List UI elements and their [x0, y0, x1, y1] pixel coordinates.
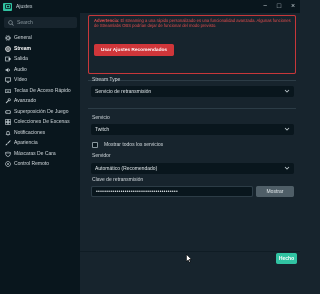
service-select[interactable]: Twitch [91, 124, 294, 135]
stream-type-value: Servicio de retransmisión [95, 88, 152, 95]
search-input[interactable] [17, 19, 72, 26]
sidebar-item-label: Control Remoto [14, 161, 50, 168]
bell-icon [5, 130, 11, 136]
stream-type-select[interactable]: Servicio de retransmisión [91, 86, 294, 97]
sidebar-item-video[interactable]: Vídeo [0, 75, 80, 86]
service-value: Twitch [95, 126, 110, 133]
title-bar: Ajustes − □ × [0, 0, 300, 13]
sidebar-item-appearance[interactable]: Apariencia [0, 138, 80, 149]
warning-panel: Advertencia: El streaming a una rápido p… [88, 15, 296, 74]
sidebar-item-label: Apariencia [14, 140, 38, 147]
stream-key-input[interactable]: •••••••••••••••••••••••••••••••••••••••• [91, 186, 253, 197]
minimize-button[interactable]: − [258, 0, 272, 13]
sidebar-item-notifications[interactable]: Notificaciones [0, 128, 80, 139]
sidebar-item-label: Máscaras De Cara [14, 150, 56, 157]
window-title: Ajustes [16, 3, 33, 10]
close-button[interactable]: × [286, 0, 300, 13]
sidebar-item-label: Superposición De Juego [14, 108, 69, 115]
show-all-services-label: Mostrar todos los servicios [104, 142, 164, 148]
done-button[interactable]: Hecho [276, 253, 297, 264]
remote-icon [5, 161, 11, 167]
show-all-services-checkbox[interactable] [92, 142, 98, 148]
keyboard-icon [5, 88, 11, 94]
sidebar-item-salida[interactable]: Salida [0, 54, 80, 65]
sidebar-item-label: Audio [14, 66, 27, 73]
server-value: Automático (Recomendado) [95, 165, 158, 172]
sidebar-item-label: Notificaciones [14, 129, 46, 136]
use-recommended-settings-button[interactable]: Usar Ajustes Recomendados [94, 44, 174, 56]
sidebar-item-advanced[interactable]: Avanzado [0, 96, 80, 107]
stream-type-label: Stream Type [92, 77, 121, 83]
maximize-button[interactable]: □ [272, 0, 286, 13]
globe-icon [5, 45, 11, 52]
show-all-services-row[interactable]: Mostrar todos los servicios [92, 142, 163, 148]
sidebar-item-label: Salida [14, 56, 28, 63]
sidebar-item-label: Vídeo [14, 77, 28, 84]
server-select[interactable]: Automático (Recomendado) [91, 163, 294, 174]
search-icon [8, 19, 14, 26]
sidebar-item-audio[interactable]: Audio [0, 65, 80, 76]
settings-nav: General Stream Salida Audio Vídeo Teclas… [0, 33, 80, 170]
sidebar-item-label: Teclas De Acceso Rápido [14, 87, 71, 94]
sidebar-item-remote-control[interactable]: Control Remoto [0, 159, 80, 170]
sidebar-item-scene-collections[interactable]: Colecciones De Escenas [0, 117, 80, 128]
sidebar-item-label: General [14, 35, 32, 42]
sidebar-item-game-overlay[interactable]: Superposición De Juego [0, 107, 80, 118]
gear-icon [5, 35, 11, 42]
output-icon [5, 56, 11, 62]
sidebar-item-face-masks[interactable]: Máscaras De Cara [0, 149, 80, 160]
wrench-icon [5, 98, 11, 104]
sidebar-item-label: Avanzado [14, 98, 37, 105]
sidebar-item-general[interactable]: General [0, 33, 80, 44]
gamepad-icon [5, 109, 11, 115]
sidebar-item-label: Stream [14, 45, 31, 52]
stream-key-label: Clave de retransmisión [92, 177, 144, 183]
warning-message: Advertencia: El streaming a una rápido p… [94, 18, 294, 28]
streamlabs-logo-icon [3, 2, 12, 11]
collection-icon [5, 119, 11, 126]
monitor-icon [5, 77, 11, 83]
show-key-button[interactable]: Mostrar [256, 186, 294, 197]
sidebar-item-hotkeys[interactable]: Teclas De Acceso Rápido [0, 86, 80, 97]
chevron-down-icon [284, 88, 290, 96]
chevron-down-icon [284, 126, 290, 134]
divider [88, 108, 296, 109]
brush-icon [5, 140, 11, 146]
search-box[interactable] [4, 17, 77, 28]
chevron-down-icon [284, 165, 290, 173]
warning-body: El streaming a una rápido personalizado … [94, 18, 291, 28]
speaker-icon [5, 67, 11, 73]
sidebar-item-label: Colecciones De Escenas [14, 119, 70, 126]
service-label: Servicio [92, 115, 110, 121]
sidebar-item-stream[interactable]: Stream [0, 44, 80, 55]
server-label: Servidor [92, 153, 111, 159]
settings-sidebar: General Stream Salida Audio Vídeo Teclas… [0, 13, 80, 294]
mouse-cursor-icon [186, 250, 193, 268]
mask-icon [5, 151, 11, 157]
